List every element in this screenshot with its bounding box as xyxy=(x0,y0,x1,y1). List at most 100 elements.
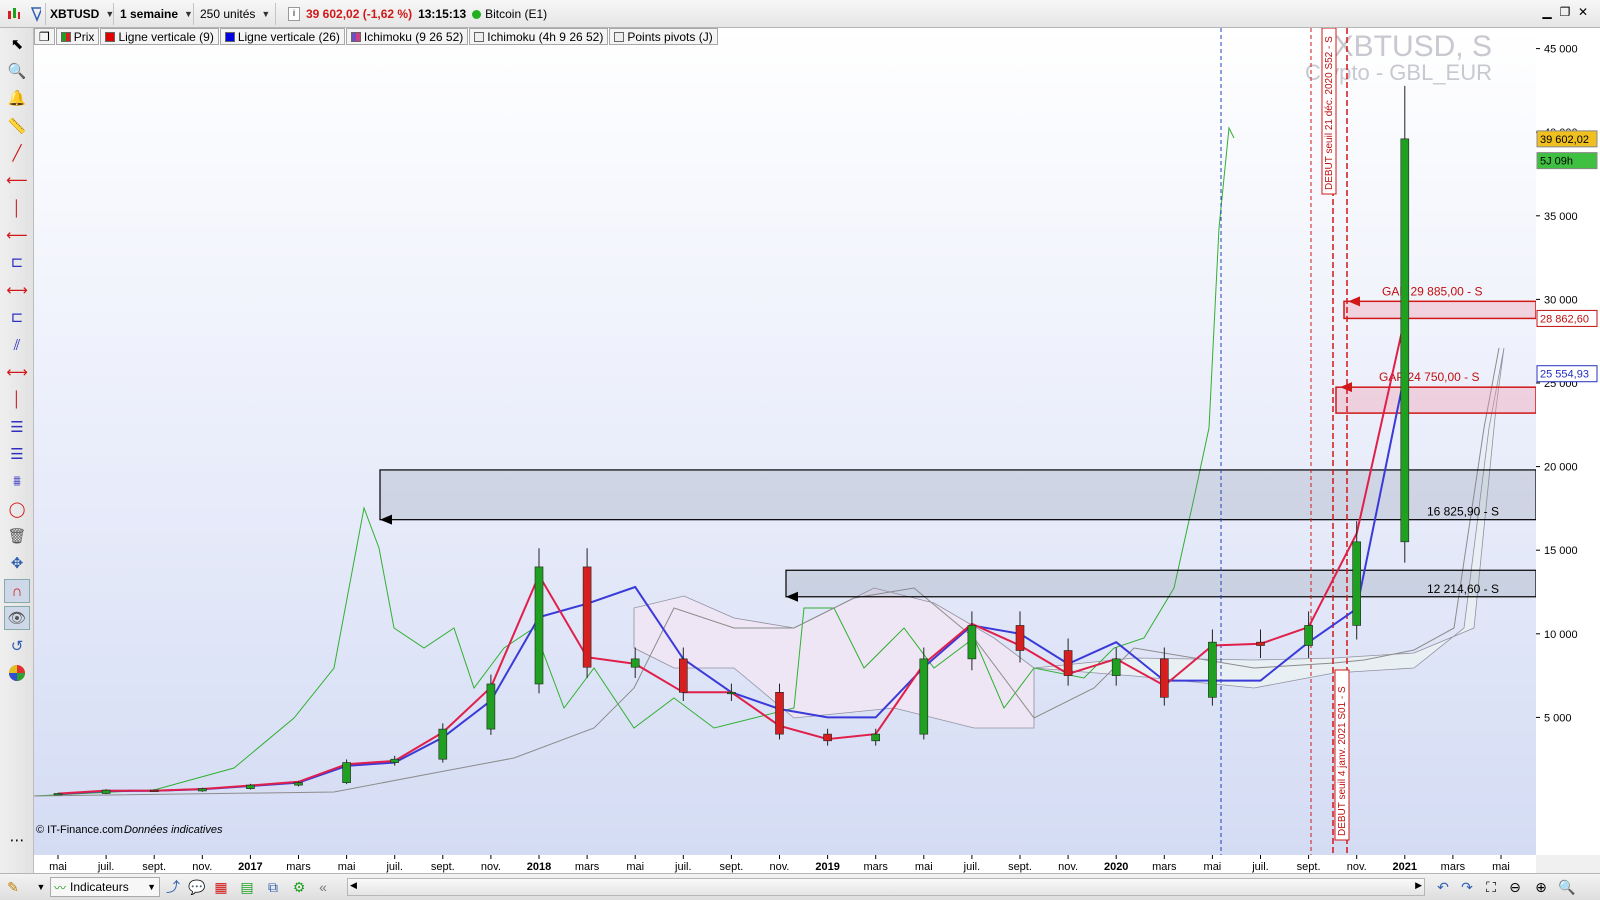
restore-icon[interactable]: ❐ xyxy=(1558,5,1572,19)
candle-body xyxy=(919,658,929,735)
candle-body xyxy=(967,625,977,660)
ray-icon[interactable]: ⟵ xyxy=(4,223,30,247)
chart-type-icon[interactable] xyxy=(2,3,24,25)
copyright-text: © IT-Finance.com xyxy=(36,824,123,836)
table-icon[interactable]: ▤ xyxy=(236,877,258,897)
units-selector[interactable]: 250 unités ▼ xyxy=(196,3,276,25)
y-tick-label: 10 000 xyxy=(1544,629,1578,641)
candle-body xyxy=(1063,650,1073,676)
candle-body xyxy=(342,762,351,783)
undo-icon[interactable]: ↶ xyxy=(1432,877,1454,897)
legend-swatch xyxy=(474,31,485,42)
ellipse-icon[interactable]: ◯ xyxy=(4,497,30,521)
legend-item-vline26[interactable]: Ligne verticale (26) xyxy=(219,28,345,45)
legend-item-vline9[interactable]: Ligne verticale (9) xyxy=(100,28,219,45)
move-icon[interactable]: ✥ xyxy=(4,551,30,575)
top-toolbar: XBTUSD ▼ 1 semaine ▼ 250 unités ▼ i 39 602,… xyxy=(0,0,1600,28)
zoom-icon[interactable]: 🔍 xyxy=(4,59,30,83)
zoom-in-icon[interactable]: ⊕ xyxy=(1530,877,1552,897)
gap-label-2: GAP 24 750,00 - S xyxy=(1379,370,1480,384)
horizontal-line-icon[interactable]: ⟵ xyxy=(4,168,30,192)
zoom-fit-icon[interactable]: ⛶ xyxy=(1480,877,1502,897)
x-tick-label: mars xyxy=(1441,861,1466,873)
legend-label: Points pivots (J) xyxy=(627,29,713,44)
x-tick-label: mars xyxy=(575,861,600,873)
compare-icon[interactable]: ⧉ xyxy=(262,877,284,897)
calculator-icon[interactable]: ▦ xyxy=(210,877,232,897)
legend-item-ichimoku[interactable]: Ichimoku (9 26 52) xyxy=(345,28,469,45)
more-tools-icon[interactable]: ⋯ xyxy=(4,828,30,852)
candle-body xyxy=(534,566,544,685)
undo-draw-icon[interactable]: ↺ xyxy=(4,634,30,658)
parallel-icon[interactable]: ⊏ xyxy=(4,305,30,329)
chat-icon[interactable]: 💬 xyxy=(186,877,208,897)
trash-icon[interactable]: 🗑 xyxy=(4,524,30,548)
instrument-name: Bitcoin (E1) xyxy=(485,7,548,21)
tenkan-price-tag: 28 862,60 xyxy=(1540,313,1589,325)
minimize-icon[interactable]: ▁ xyxy=(1540,5,1554,19)
x-tick-label: 2017 xyxy=(238,861,262,873)
candle-body xyxy=(1352,541,1361,626)
search-icon[interactable]: 🔍 xyxy=(1556,877,1578,897)
vertical-line-icon[interactable]: │ xyxy=(4,196,30,220)
redo-icon[interactable]: ↷ xyxy=(1456,877,1478,897)
candle-body xyxy=(53,793,63,796)
x-tick-label: juil. xyxy=(385,861,403,873)
time-scrollbar[interactable]: ◀ ▶ xyxy=(347,878,1425,896)
price-axis[interactable]: 45 00040 00035 00030 00025 00020 00015 0… xyxy=(1536,28,1600,855)
zoom-out-icon[interactable]: ⊖ xyxy=(1504,877,1526,897)
x-tick-label: mai xyxy=(626,861,644,873)
candle-body xyxy=(486,683,496,730)
arrow-icon[interactable]: ⟷ xyxy=(4,278,30,302)
double-chevron-left-icon[interactable]: « xyxy=(312,877,334,897)
period-label: 1 semaine xyxy=(120,7,179,21)
x-tick-label: 2019 xyxy=(815,861,839,873)
eye-icon[interactable]: 👁 xyxy=(4,606,30,630)
candle-body xyxy=(1111,658,1121,676)
scanner-icon[interactable]: ⚙ xyxy=(288,877,310,897)
units-label: 250 unités xyxy=(200,7,256,21)
info-icon[interactable] xyxy=(26,3,46,25)
legend-label: Ligne verticale (26) xyxy=(237,29,340,44)
price-chart[interactable]: XBTUSD, S Crypto - GBL_EUR 16 825,90 - S… xyxy=(34,28,1536,855)
x-tick-label: mai xyxy=(338,861,356,873)
candle-body xyxy=(246,784,255,789)
share-icon[interactable]: ⤴ xyxy=(162,877,184,897)
close-icon[interactable]: ✕ xyxy=(1576,5,1590,19)
ruler-icon[interactable]: 📏 xyxy=(4,114,30,138)
quote-time: 13:15:13 xyxy=(418,7,467,21)
legend-item-pivots[interactable]: Points pivots (J) xyxy=(609,28,718,45)
info-icon[interactable]: i xyxy=(288,7,300,21)
fib-fan-icon[interactable]: ⩩ xyxy=(4,469,30,493)
x-tick-label: nov. xyxy=(1347,861,1367,873)
trendline-icon[interactable]: ╱ xyxy=(4,141,30,165)
fib-extension-icon[interactable]: ☰ xyxy=(4,442,30,466)
pencil-icon[interactable]: ✎ xyxy=(2,877,24,897)
vline-icon[interactable]: │ xyxy=(4,387,30,411)
measure-icon[interactable]: ⟷ xyxy=(4,360,30,384)
symbol-selector[interactable]: XBTUSD ▼ xyxy=(46,3,114,25)
legend-item-prix[interactable]: Prix xyxy=(55,28,100,45)
legend-chart-icon[interactable]: ❐ xyxy=(34,28,55,45)
x-tick-label: mars xyxy=(286,861,311,873)
pitchfork-icon[interactable]: ⫽ xyxy=(4,333,30,357)
indicators-button[interactable]: 〰 Indicateurs ▼ xyxy=(50,877,160,897)
alert-bell-icon[interactable]: 🔔 xyxy=(4,86,30,110)
chevron-down-icon: ▼ xyxy=(184,9,193,19)
x-tick-label: juil. xyxy=(97,861,115,873)
color-wheel-icon[interactable] xyxy=(4,661,30,685)
indicators-label: Indicateurs xyxy=(70,880,129,894)
magnet-icon[interactable]: ∩ xyxy=(4,579,30,603)
scroll-right-icon[interactable]: ▶ xyxy=(1415,880,1422,891)
chevron-down-icon[interactable]: ▼ xyxy=(30,877,52,897)
fibonacci-icon[interactable]: ☰ xyxy=(4,415,30,439)
legend-item-ichimoku-4h[interactable]: Ichimoku (4h 9 26 52) xyxy=(469,28,609,45)
time-axis[interactable]: mai juil. sept. nov. 2017 mars mai juil. sept. no… xyxy=(34,855,1536,873)
chevron-down-icon: ▼ xyxy=(261,9,271,19)
channel-icon[interactable]: ⊏ xyxy=(4,250,30,274)
x-tick-label: sept. xyxy=(1297,861,1321,873)
period-selector[interactable]: 1 semaine ▼ xyxy=(116,3,194,25)
cursor-icon[interactable]: ⬉ xyxy=(4,32,30,56)
scroll-left-icon[interactable]: ◀ xyxy=(350,880,357,891)
candle-body xyxy=(1256,641,1265,646)
